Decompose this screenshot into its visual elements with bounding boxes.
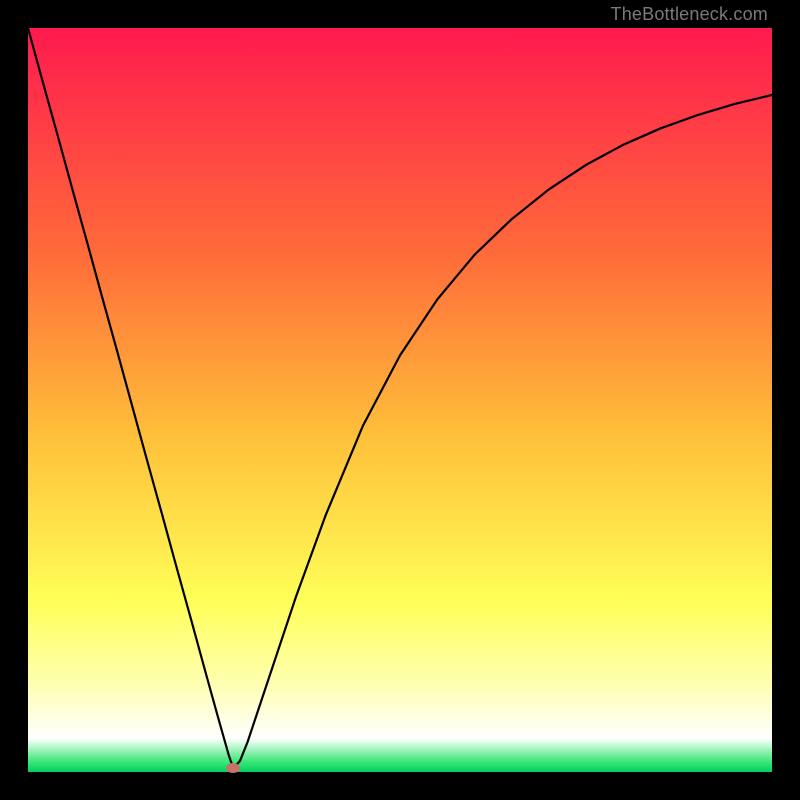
chart-frame — [28, 28, 772, 772]
optimal-point-marker — [226, 763, 240, 773]
gradient-background — [28, 28, 772, 772]
watermark-text: TheBottleneck.com — [611, 4, 768, 25]
bottleneck-chart — [28, 28, 772, 772]
